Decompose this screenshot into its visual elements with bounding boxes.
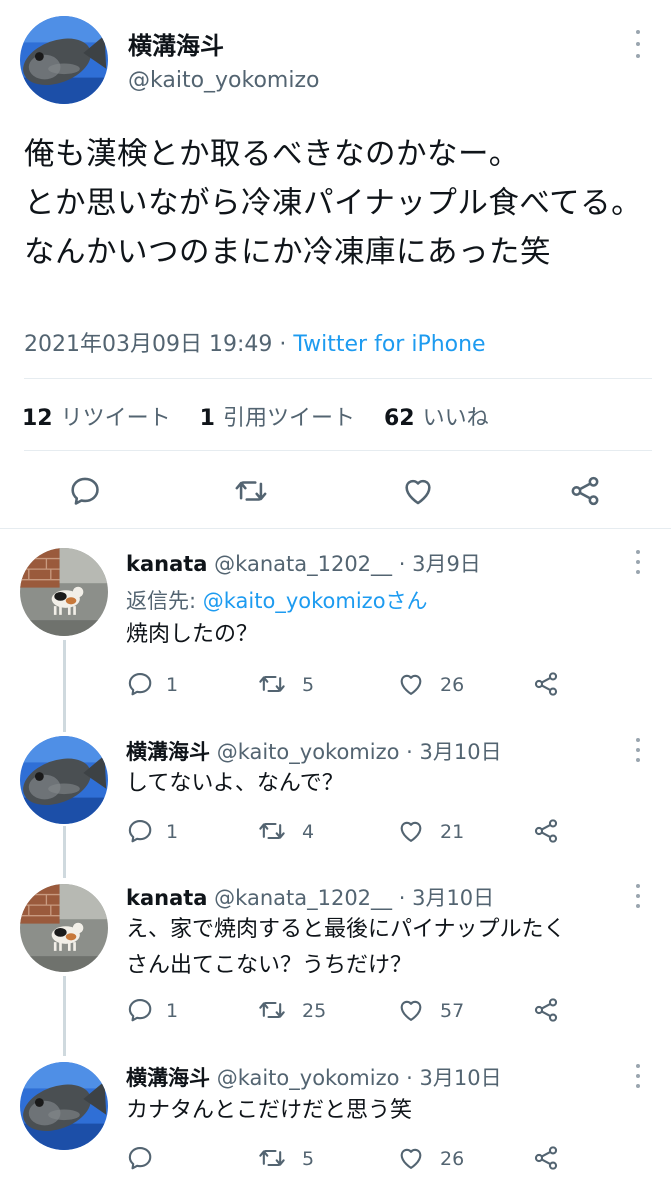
retweet-count: 25 [302, 1000, 327, 1022]
author-handle[interactable]: @kaito_yokomizo [128, 68, 319, 93]
reply-text: 焼肉したの？ [126, 622, 259, 647]
reply-avatar[interactable] [20, 1062, 108, 1150]
like-icon[interactable] [397, 670, 425, 698]
thread-line [63, 976, 66, 1056]
tweet-timestamp[interactable]: 2021年03月09日 19:49 [24, 332, 272, 357]
reply-header: 横溝海斗 @kaito_yokomizo · 3月10日 [126, 736, 502, 766]
quotes-stat[interactable]: 1 引用ツイート [200, 406, 377, 431]
thread-line [63, 640, 66, 732]
tweet-text: 俺も漢検とか取るべきなのかなー。 とか思いながら冷凍パイナップル食べてる。なんか… [24, 137, 643, 270]
reply-author-name[interactable]: kanata [126, 886, 207, 910]
reply-date[interactable]: 3月10日 [412, 886, 494, 910]
replying-to-prefix: 返信先: [126, 589, 203, 613]
reply-count: 1 [166, 821, 179, 843]
retweet-icon[interactable] [258, 670, 286, 698]
reply-header: 横溝海斗 @kaito_yokomizo · 3月10日 [126, 1062, 502, 1092]
reply-icon[interactable] [126, 1144, 154, 1172]
like-count: 26 [440, 1148, 465, 1170]
like-icon[interactable] [397, 817, 425, 845]
reply-text: カナタんとこだけだと思う笑 [126, 1098, 413, 1123]
share-icon[interactable] [532, 996, 560, 1024]
retweet-count: 5 [302, 674, 315, 696]
more-icon[interactable] [632, 550, 644, 574]
like-icon[interactable] [397, 1144, 425, 1172]
retweet-icon[interactable] [258, 996, 286, 1024]
dot-separator: · [392, 552, 413, 576]
reply-author-handle[interactable]: @kanata_1202__ [214, 552, 392, 576]
reply-icon[interactable] [126, 670, 154, 698]
replying-to: 返信先: @kaito_yokomizoさん [126, 585, 428, 615]
share-icon[interactable] [568, 474, 602, 508]
likes-stat[interactable]: 62 いいね [384, 406, 511, 431]
reply-author-name[interactable]: kanata [126, 552, 207, 576]
tweet-source-link[interactable]: Twitter for iPhone [293, 332, 485, 357]
reply-header: kanata @kanata_1202__ · 3月9日 [126, 548, 481, 578]
reply-date[interactable]: 3月10日 [420, 740, 502, 764]
author-avatar[interactable] [20, 16, 108, 104]
share-icon[interactable] [532, 1144, 560, 1172]
reply-avatar[interactable] [20, 548, 108, 636]
reply-author-handle[interactable]: @kaito_yokomizo [217, 1066, 400, 1090]
author-name[interactable]: 横溝海斗 [128, 26, 224, 61]
more-icon[interactable] [632, 1064, 644, 1088]
reply-icon[interactable] [68, 474, 102, 508]
retweet-icon[interactable] [234, 474, 268, 508]
reply-header: kanata @kanata_1202__ · 3月10日 [126, 882, 494, 912]
like-icon[interactable] [401, 474, 435, 508]
reply-avatar[interactable] [20, 736, 108, 824]
dot-separator: · [399, 740, 420, 764]
dot-separator: · [399, 1066, 420, 1090]
like-count: 26 [440, 674, 465, 696]
retweet-count: 5 [302, 1148, 315, 1170]
divider [24, 378, 652, 379]
dot-separator: · [392, 886, 413, 910]
reply-author-name[interactable]: 横溝海斗 [126, 740, 210, 764]
divider [24, 450, 652, 451]
replying-to-link[interactable]: @kaito_yokomizoさん [203, 589, 428, 613]
retweet-count: 4 [302, 821, 315, 843]
reply-count: 1 [166, 1000, 179, 1022]
more-icon[interactable] [632, 30, 644, 58]
like-count: 21 [440, 821, 465, 843]
more-icon[interactable] [632, 738, 644, 762]
reply-author-handle[interactable]: @kaito_yokomizo [217, 740, 400, 764]
reply-author-name[interactable]: 横溝海斗 [126, 1066, 210, 1090]
meta-separator: · [272, 332, 294, 357]
thread-line [63, 826, 66, 878]
reply-text: してないよ、なんで？ [126, 771, 344, 796]
like-icon[interactable] [397, 996, 425, 1024]
share-icon[interactable] [532, 670, 560, 698]
retweets-stat[interactable]: 12 リツイート [22, 406, 193, 431]
share-icon[interactable] [532, 817, 560, 845]
reply-icon[interactable] [126, 817, 154, 845]
retweet-icon[interactable] [258, 1144, 286, 1172]
more-icon[interactable] [632, 884, 644, 908]
tweet-stats: 12 リツイート 1 引用ツイート 62 いいね [22, 400, 511, 432]
reply-author-handle[interactable]: @kanata_1202__ [214, 886, 392, 910]
reply-text: え、家で焼肉すると最後にパイナップルたく さん出てこない？うちだけ？ [126, 917, 566, 978]
reply-date[interactable]: 3月10日 [420, 1066, 502, 1090]
reply-date[interactable]: 3月9日 [412, 552, 481, 576]
divider [0, 528, 671, 529]
reply-icon[interactable] [126, 996, 154, 1024]
reply-count: 1 [166, 674, 179, 696]
like-count: 57 [440, 1000, 465, 1022]
tweet-meta: 2021年03月09日 19:49 · Twitter for iPhone [24, 326, 486, 358]
reply-avatar[interactable] [20, 884, 108, 972]
retweet-icon[interactable] [258, 817, 286, 845]
